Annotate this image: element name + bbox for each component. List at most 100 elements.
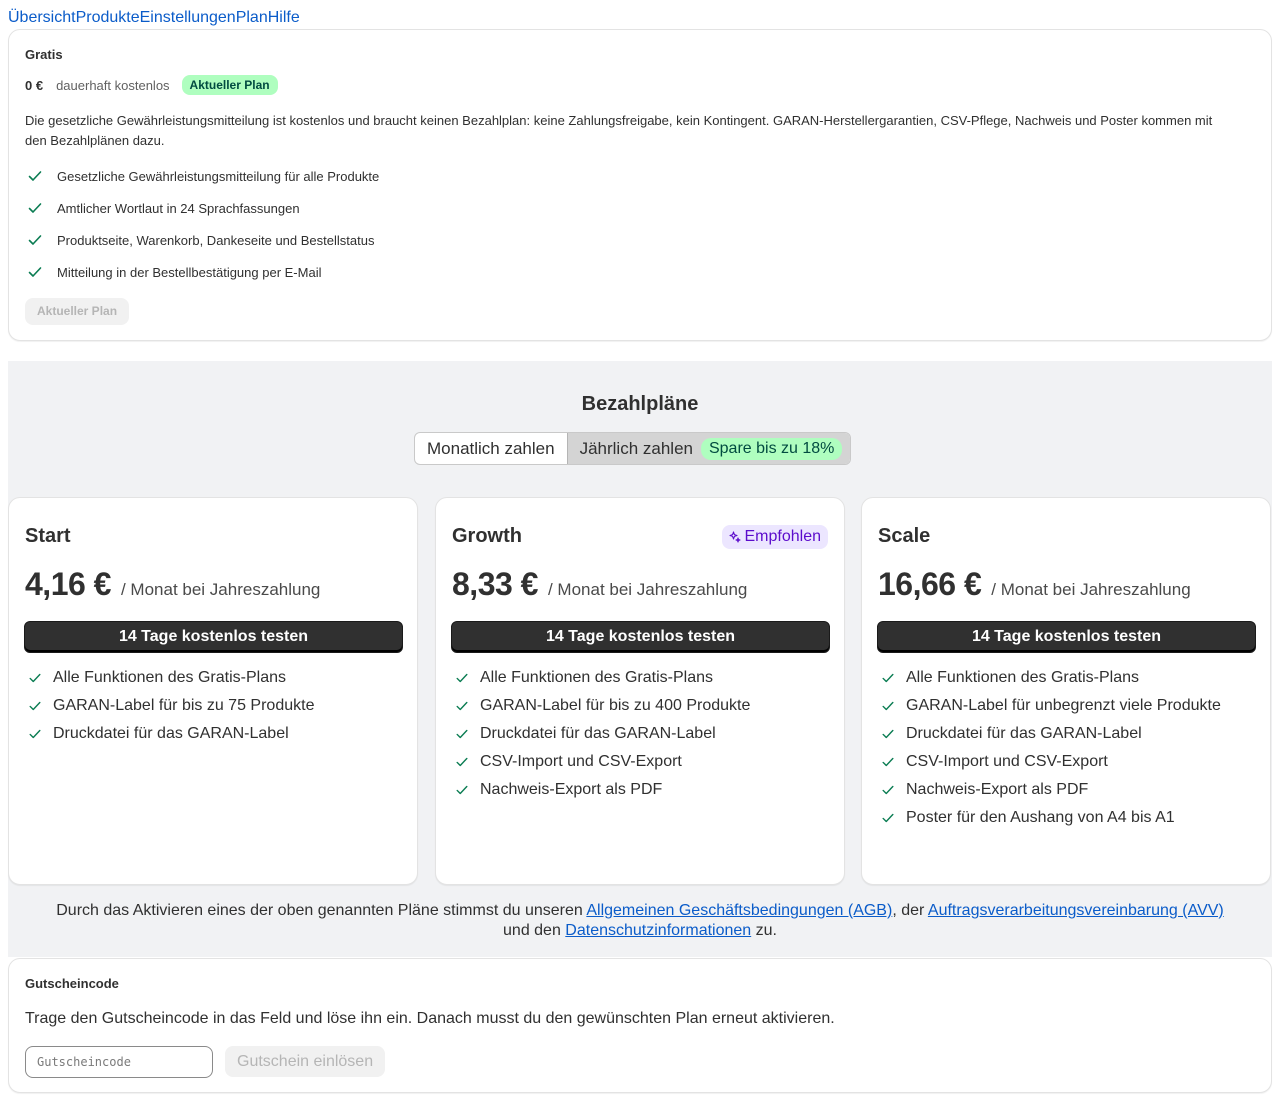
top-nav: Übersicht Produkte Einstellungen Plan Hi…: [8, 8, 300, 28]
feature-label: CSV-Import und CSV-Export: [480, 753, 682, 770]
check-icon: [28, 203, 42, 213]
feature-label: Druckdatei für das GARAN-Label: [53, 725, 289, 742]
list-item: Druckdatei für das GARAN-Label: [878, 724, 1221, 744]
feature-label: Nachweis-Export als PDF: [480, 781, 663, 798]
feature-label: Alle Funktionen des Gratis-Plans: [480, 669, 713, 686]
terms-text-3: und den: [503, 922, 566, 939]
start-trial-button[interactable]: 14 Tage kostenlos testen: [877, 621, 1256, 653]
list-item: Gesetzliche Gewährleistungsmitteilung fü…: [25, 166, 379, 186]
list-item: Alle Funktionen des Gratis-Plans: [25, 668, 314, 688]
plan-price-row: 4,16 € / Monat bei Jahreszahlung: [25, 566, 320, 603]
list-item: CSV-Import und CSV-Export: [452, 752, 750, 772]
list-item: GARAN-Label für bis zu 75 Produkte: [25, 696, 314, 716]
check-icon: [29, 729, 41, 739]
feature-label: Amtlicher Wortlaut in 24 Sprachfassungen: [57, 200, 300, 216]
coupon-title: Gutscheincode: [25, 976, 119, 991]
coupon-description: Trage den Gutscheincode in das Feld und …: [25, 1010, 835, 1027]
check-icon: [28, 267, 42, 277]
start-trial-button[interactable]: 14 Tage kostenlos testen: [451, 621, 830, 653]
feature-label: Alle Funktionen des Gratis-Plans: [53, 669, 286, 686]
free-plan-description: Die gesetzliche Gewährleistungsmitteilun…: [25, 113, 1213, 148]
paid-plans-title: Bezahlpläne: [581, 393, 699, 415]
plan-name: Growth: [452, 525, 522, 547]
plan-feature-list: Alle Funktionen des Gratis-Plans GARAN-L…: [25, 668, 314, 752]
avv-link[interactable]: Auftragsverarbeitungsvereinbarung (AVV): [928, 902, 1224, 919]
check-icon: [456, 785, 468, 795]
list-item: Nachweis-Export als PDF: [452, 780, 750, 800]
free-plan-card: Gratis 0 € dauerhaft kostenlos Aktueller…: [8, 29, 1272, 341]
check-icon: [456, 673, 468, 683]
start-trial-button[interactable]: 14 Tage kostenlos testen: [24, 621, 403, 653]
list-item: Alle Funktionen des Gratis-Plans: [452, 668, 750, 688]
free-plan-price-row: 0 € dauerhaft kostenlos Aktueller Plan: [25, 75, 278, 95]
nav-link-help[interactable]: Hilfe: [268, 8, 300, 28]
check-icon: [882, 729, 894, 739]
check-icon: [882, 701, 894, 711]
sparkle-icon: [728, 531, 741, 543]
list-item: GARAN-Label für unbegrenzt viele Produkt…: [878, 696, 1221, 716]
plan-price-row: 16,66 € / Monat bei Jahreszahlung: [878, 566, 1191, 603]
plan-price-row: 8,33 € / Monat bei Jahreszahlung: [452, 566, 747, 603]
terms-text-2: , der: [892, 902, 928, 919]
plan-price-period: / Monat bei Jahreszahlung: [547, 580, 748, 599]
nav-link-overview[interactable]: Übersicht: [8, 8, 76, 28]
paid-plans-section: Bezahlpläne Monatlich zahlen Jährlich za…: [8, 361, 1272, 957]
feature-label: Poster für den Aushang von A4 bis A1: [906, 809, 1175, 826]
check-icon: [456, 701, 468, 711]
agb-link[interactable]: Allgemeinen Geschäftsbedingungen (AGB): [586, 902, 892, 919]
list-item: Poster für den Aushang von A4 bis A1: [878, 808, 1221, 828]
nav-link-settings[interactable]: Einstellungen: [140, 8, 236, 28]
terms-text-1: Durch das Aktivieren eines der oben gena…: [56, 902, 587, 919]
feature-label: GARAN-Label für bis zu 400 Produkte: [480, 697, 751, 714]
check-icon: [882, 757, 894, 767]
feature-label: Druckdatei für das GARAN-Label: [480, 725, 716, 742]
plan-card-scale: Scale 16,66 € / Monat bei Jahreszahlung …: [861, 497, 1271, 885]
toggle-yearly-label: Jährlich zahlen: [579, 438, 693, 458]
list-item: Alle Funktionen des Gratis-Plans: [878, 668, 1221, 688]
privacy-link[interactable]: Datenschutzinformationen: [565, 922, 751, 939]
toggle-yearly[interactable]: Jährlich zahlen Spare bis zu 18%: [566, 433, 851, 464]
free-plan-title: Gratis: [25, 47, 63, 62]
list-item: GARAN-Label für bis zu 400 Produkte: [452, 696, 750, 716]
check-icon: [29, 673, 41, 683]
list-item: Produktseite, Warenkorb, Dankeseite und …: [25, 230, 379, 250]
list-item: Amtlicher Wortlaut in 24 Sprachfassungen: [25, 198, 379, 218]
redeem-coupon-button[interactable]: Gutschein einlösen: [225, 1046, 386, 1077]
coupon-input[interactable]: [25, 1046, 213, 1078]
plan-name: Scale: [878, 525, 931, 547]
feature-label: CSV-Import und CSV-Export: [906, 753, 1108, 770]
feature-label: GARAN-Label für unbegrenzt viele Produkt…: [906, 697, 1221, 714]
check-icon: [456, 757, 468, 767]
list-item: CSV-Import und CSV-Export: [878, 752, 1221, 772]
feature-label: Gesetzliche Gewährleistungsmitteilung fü…: [57, 168, 380, 184]
terms-text-4: zu.: [751, 922, 777, 939]
nav-link-plan[interactable]: Plan: [236, 8, 268, 28]
free-plan-price: 0 €: [25, 77, 44, 93]
savings-badge: Spare bis zu 18%: [700, 437, 843, 460]
plan-card-growth: Growth Empfohlen 8,33 € / Monat bei Jahr…: [435, 497, 845, 885]
current-plan-badge: Aktueller Plan: [181, 75, 278, 95]
check-icon: [29, 701, 41, 711]
feature-label: Alle Funktionen des Gratis-Plans: [906, 669, 1139, 686]
plan-price: 8,33 €: [452, 566, 538, 602]
plan-feature-list: Alle Funktionen des Gratis-Plans GARAN-L…: [878, 668, 1221, 836]
feature-label: Nachweis-Export als PDF: [906, 781, 1089, 798]
nav-link-products[interactable]: Produkte: [76, 8, 140, 28]
check-icon: [456, 729, 468, 739]
billing-toggle: Monatlich zahlen Jährlich zahlen Spare b…: [414, 432, 852, 465]
recommended-badge: Empfohlen: [721, 525, 828, 549]
coupon-card: Gutscheincode Trage den Gutscheincode in…: [8, 958, 1272, 1093]
feature-label: Mitteilung in der Bestellbestätigung per…: [57, 264, 322, 280]
plan-price-period: / Monat bei Jahreszahlung: [120, 580, 321, 599]
plan-feature-list: Alle Funktionen des Gratis-Plans GARAN-L…: [452, 668, 750, 808]
check-icon: [882, 813, 894, 823]
feature-label: Druckdatei für das GARAN-Label: [906, 725, 1142, 742]
plan-price: 16,66 €: [878, 566, 982, 602]
toggle-monthly[interactable]: Monatlich zahlen: [415, 433, 567, 464]
check-icon: [28, 171, 42, 181]
free-plan-feature-list: Gesetzliche Gewährleistungsmitteilung fü…: [25, 166, 379, 294]
current-plan-button: Aktueller Plan: [25, 298, 130, 325]
feature-label: Produktseite, Warenkorb, Dankeseite und …: [57, 232, 375, 248]
check-icon: [882, 785, 894, 795]
list-item: Mitteilung in der Bestellbestätigung per…: [25, 262, 379, 282]
